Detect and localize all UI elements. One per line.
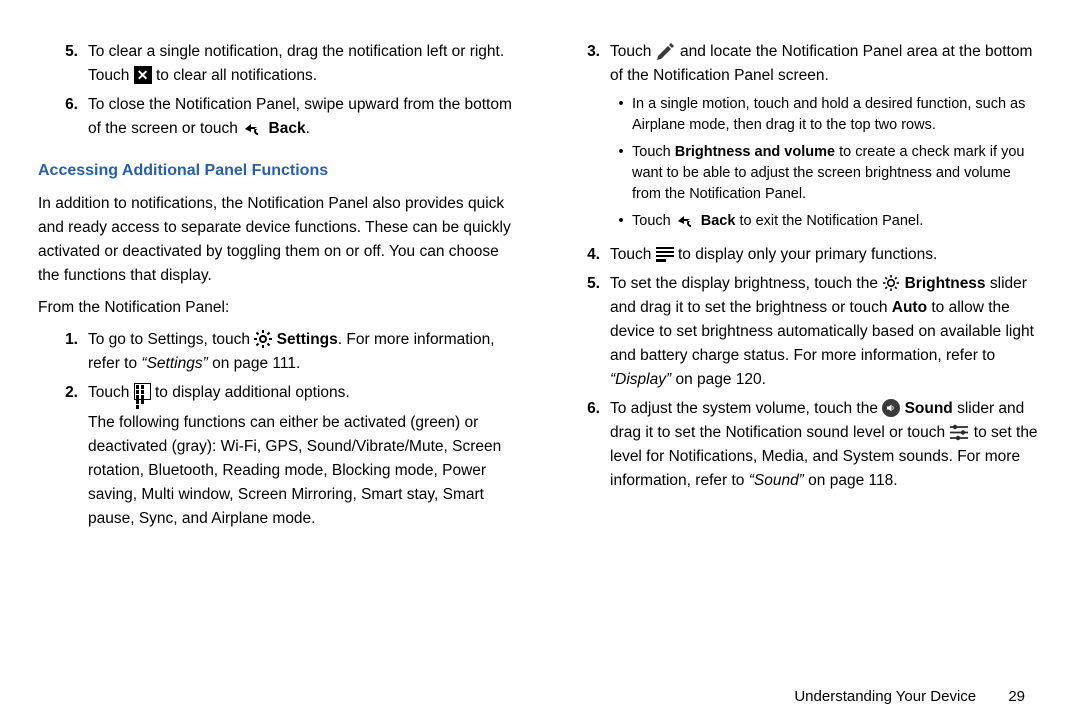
- italic-ref: “Display”: [610, 371, 671, 388]
- italic-ref: “Settings”: [141, 355, 207, 372]
- item-number: 6.: [560, 397, 610, 493]
- list-item: 6.To adjust the system volume, touch the…: [560, 397, 1042, 493]
- item-body: To set the display brightness, touch the…: [610, 272, 1042, 392]
- item-body: To clear a single notification, drag the…: [88, 40, 520, 88]
- from-line: From the Notification Panel:: [38, 296, 520, 320]
- bold-text: Settings: [277, 331, 338, 348]
- item-number: 2.: [38, 381, 88, 531]
- bold-text: Back: [701, 213, 736, 229]
- speaker-icon: [882, 399, 900, 417]
- sliders-icon: [949, 424, 969, 441]
- back-icon: [242, 120, 264, 136]
- sub-item: •In a single motion, touch and hold a de…: [610, 94, 1042, 136]
- sub-item: •Touch Back to exit the Notification Pan…: [610, 211, 1042, 232]
- sub-body: In a single motion, touch and hold a des…: [632, 94, 1042, 136]
- left-column: 5.To clear a single notification, drag t…: [38, 40, 520, 680]
- right-column: 3.Touch and locate the Notification Pane…: [560, 40, 1042, 680]
- item-body: Touch to display additional options.The …: [88, 381, 520, 531]
- sub-body: Touch Brightness and volume to create a …: [632, 142, 1042, 205]
- item-body: To adjust the system volume, touch the S…: [610, 397, 1042, 493]
- bold-text: Auto: [892, 299, 927, 316]
- item-body: To close the Notification Panel, swipe u…: [88, 93, 520, 141]
- intro-paragraph: In addition to notifications, the Notifi…: [38, 192, 520, 288]
- item-body: To go to Settings, touch Settings. For m…: [88, 328, 520, 376]
- grid-icon: [134, 383, 151, 400]
- list-item: 5.To set the display brightness, touch t…: [560, 272, 1042, 392]
- item-number: 5.: [38, 40, 88, 88]
- page: 5.To clear a single notification, drag t…: [0, 0, 1080, 680]
- italic-ref: “Sound”: [749, 472, 804, 489]
- back-icon: [675, 212, 697, 228]
- item-body: Touch to display only your primary funct…: [610, 243, 1042, 267]
- bold-text: Brightness: [905, 275, 986, 292]
- lines-icon: [656, 247, 674, 262]
- gear-icon: [254, 330, 272, 348]
- bullet: •: [610, 94, 632, 136]
- list-item: 4.Touch to display only your primary fun…: [560, 243, 1042, 267]
- list-item: 1.To go to Settings, touch Settings. For…: [38, 328, 520, 376]
- list-item: 6.To close the Notification Panel, swipe…: [38, 93, 520, 141]
- bullet: •: [610, 211, 632, 232]
- sun-icon: [882, 274, 900, 292]
- bold-text: Brightness and volume: [675, 144, 835, 160]
- list-item: 3.Touch and locate the Notification Pane…: [560, 40, 1042, 238]
- section-heading: Accessing Additional Panel Functions: [38, 159, 520, 184]
- page-footer: Understanding Your Device 29: [0, 680, 1080, 705]
- bold-text: Sound: [905, 400, 953, 417]
- sub-list: •In a single motion, touch and hold a de…: [610, 94, 1042, 232]
- footer-page-number: 29: [1008, 688, 1025, 705]
- item-extra: The following functions can either be ac…: [88, 411, 520, 531]
- bold-text: Back: [269, 120, 306, 137]
- list-item: 2.Touch to display additional options.Th…: [38, 381, 520, 531]
- item-body: Touch and locate the Notification Panel …: [610, 40, 1042, 238]
- sub-body: Touch Back to exit the Notification Pane…: [632, 211, 1042, 232]
- item-number: 5.: [560, 272, 610, 392]
- item-number: 4.: [560, 243, 610, 267]
- sub-item: •Touch Brightness and volume to create a…: [610, 142, 1042, 205]
- footer-section: Understanding Your Device: [794, 688, 976, 705]
- bullet: •: [610, 142, 632, 205]
- item-number: 6.: [38, 93, 88, 141]
- list-item: 5.To clear a single notification, drag t…: [38, 40, 520, 88]
- pencil-icon: [656, 42, 676, 60]
- item-number: 1.: [38, 328, 88, 376]
- item-number: 3.: [560, 40, 610, 238]
- close-icon: ✕: [134, 66, 152, 84]
